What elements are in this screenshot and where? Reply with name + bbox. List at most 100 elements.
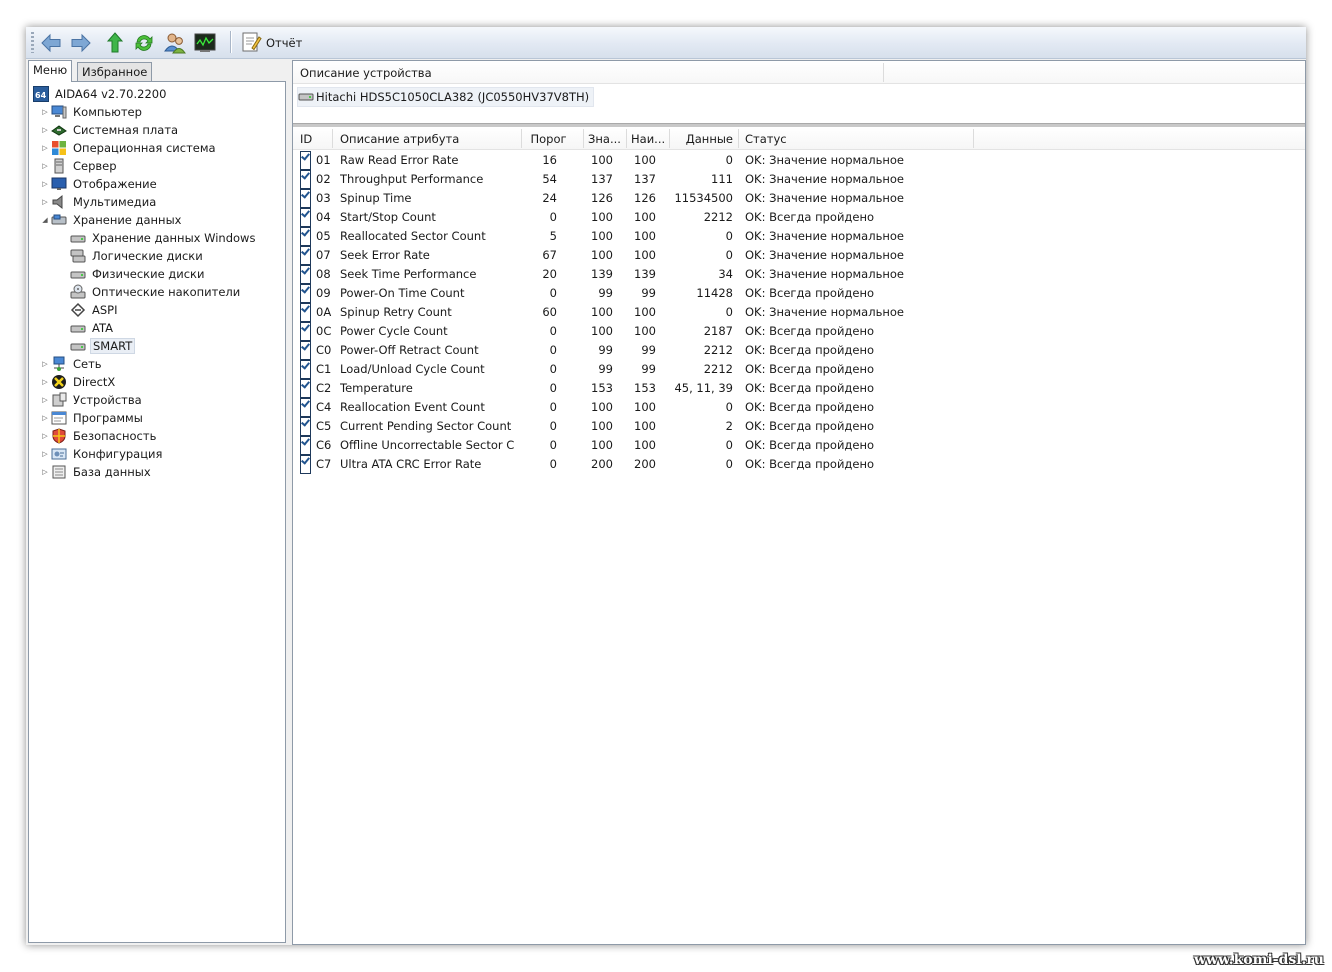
expand-arrow-icon[interactable]: ▷ xyxy=(41,396,49,404)
table-row[interactable]: C2 Temperature 0 153 153 45, 11, 39 OK: Всегда… xyxy=(293,379,1305,398)
benchmark-monitor-icon[interactable] xyxy=(193,31,217,55)
row-checkbox[interactable] xyxy=(300,284,311,303)
row-checkbox[interactable] xyxy=(300,189,311,208)
tree-item-configuration[interactable]: ▷ Конфигурация xyxy=(41,445,164,463)
expand-arrow-icon[interactable]: ▷ xyxy=(41,360,49,368)
table-row[interactable]: C5 Current Pending Sector Count 0 100 100 2 OK… xyxy=(293,417,1305,436)
back-arrow-icon[interactable] xyxy=(39,31,63,55)
column-divider[interactable] xyxy=(626,129,627,148)
tree-item-optical-drives[interactable]: Оптические накопители xyxy=(70,283,242,301)
attribute-value: 139 xyxy=(591,267,613,281)
tree-item-smart[interactable]: SMART xyxy=(70,337,136,355)
expand-arrow-icon[interactable]: ▷ xyxy=(41,162,49,170)
toolbar-grip[interactable] xyxy=(31,32,34,53)
row-checkbox[interactable] xyxy=(300,436,311,455)
row-checkbox[interactable] xyxy=(300,322,311,341)
table-row[interactable]: 0A Spinup Retry Count 60 100 100 0 OK: Значени… xyxy=(293,303,1305,322)
column-divider[interactable] xyxy=(738,129,739,148)
tree-item-computer[interactable]: ▷ Компьютер xyxy=(41,103,144,121)
expand-arrow-icon[interactable]: ▷ xyxy=(41,414,49,422)
row-checkbox[interactable] xyxy=(300,151,311,170)
tree-item-display[interactable]: ▷ Отображение xyxy=(41,175,159,193)
table-row[interactable]: C7 Ultra ATA CRC Error Rate 0 200 200 0 OK: Вс… xyxy=(293,455,1305,474)
column-header-worst[interactable]: Наи... xyxy=(631,127,667,149)
tree-item-physical-drives[interactable]: Физические диски xyxy=(70,265,206,283)
column-header-status[interactable]: Статус xyxy=(745,127,965,149)
tree-item-network[interactable]: ▷ Сеть xyxy=(41,355,104,373)
table-row[interactable]: 02 Throughput Performance 54 137 137 111 OK: З… xyxy=(293,170,1305,189)
report-label: Отчёт xyxy=(266,36,303,50)
column-divider[interactable] xyxy=(583,129,584,148)
column-divider[interactable] xyxy=(669,129,670,148)
forward-arrow-icon[interactable] xyxy=(69,31,93,55)
row-checkbox[interactable] xyxy=(300,303,311,322)
expand-arrow-icon[interactable]: ▷ xyxy=(41,126,49,134)
table-row[interactable]: 09 Power-On Time Count 0 99 99 11428 OK: Всегд… xyxy=(293,284,1305,303)
row-checkbox[interactable] xyxy=(300,227,311,246)
row-checkbox[interactable] xyxy=(300,398,311,417)
collapse-arrow-icon[interactable]: ◢ xyxy=(41,216,49,224)
column-divider[interactable] xyxy=(521,129,522,148)
row-checkbox[interactable] xyxy=(300,170,311,189)
table-row[interactable]: C0 Power-Off Retract Count 0 99 99 2212 OK: Вс… xyxy=(293,341,1305,360)
column-header-threshold[interactable]: Порог xyxy=(526,127,571,149)
column-header-value[interactable]: Зна... xyxy=(588,127,624,149)
refresh-icon[interactable] xyxy=(132,31,156,55)
tab-favorites[interactable]: Избранное xyxy=(77,62,153,82)
table-row[interactable]: C1 Load/Unload Cycle Count 0 99 99 2212 OK: Вс… xyxy=(293,360,1305,379)
column-divider[interactable] xyxy=(883,63,884,82)
device-column-header[interactable]: Описание устройства xyxy=(293,61,885,83)
column-header-description[interactable]: Описание атрибута xyxy=(340,127,520,149)
row-checkbox[interactable] xyxy=(300,379,311,398)
tab-menu[interactable]: Меню xyxy=(28,60,73,82)
tree-item-windows-storage[interactable]: Хранение данных Windows xyxy=(70,229,257,247)
table-row[interactable]: 05 Reallocated Sector Count 5 100 100 0 OK: Зн… xyxy=(293,227,1305,246)
tree-item-programs[interactable]: ▷ Программы xyxy=(41,409,145,427)
row-checkbox[interactable] xyxy=(300,455,311,474)
expand-arrow-icon[interactable]: ▷ xyxy=(41,450,49,458)
tree-item-logical-drives[interactable]: Логические диски xyxy=(70,247,205,265)
tree-item-multimedia[interactable]: ▷ Мультимедиа xyxy=(41,193,158,211)
row-checkbox[interactable] xyxy=(300,360,311,379)
tree-item-storage[interactable]: ◢ Хранение данных xyxy=(41,211,183,229)
expand-arrow-icon[interactable]: ▷ xyxy=(41,468,49,476)
expand-arrow-icon[interactable]: ▷ xyxy=(41,378,49,386)
table-row[interactable]: 08 Seek Time Performance 20 139 139 34 OK: Зна… xyxy=(293,265,1305,284)
expand-arrow-icon[interactable]: ▷ xyxy=(41,180,49,188)
column-header-id[interactable]: ID xyxy=(300,127,330,149)
table-row[interactable]: 04 Start/Stop Count 0 100 100 2212 OK: Всегда … xyxy=(293,208,1305,227)
tree-item-security[interactable]: ▷ Безопасность xyxy=(41,427,158,445)
tree-item-ata[interactable]: ATA xyxy=(70,319,115,337)
device-item[interactable]: Hitachi HDS5C1050CLA382 (JC0550HV37V8TH) xyxy=(297,87,595,107)
row-checkbox[interactable] xyxy=(300,341,311,360)
users-icon[interactable] xyxy=(163,31,187,55)
tree-item-directx[interactable]: ▷ DirectX xyxy=(41,373,117,391)
attribute-value: 100 xyxy=(591,210,613,224)
table-row[interactable]: 03 Spinup Time 24 126 126 11534500 OK: Значени… xyxy=(293,189,1305,208)
tree-item-aida64[interactable]: 64 AIDA64 v2.70.2200 xyxy=(33,85,168,103)
expand-arrow-icon[interactable]: ▷ xyxy=(41,432,49,440)
report-button[interactable]: Отчёт xyxy=(240,31,302,55)
table-row[interactable]: 01 Raw Read Error Rate 16 100 100 0 OK: Значен… xyxy=(293,151,1305,170)
tree-item-server[interactable]: ▷ Сервер xyxy=(41,157,119,175)
tree-item-devices[interactable]: ▷ Устройства xyxy=(41,391,144,409)
column-divider[interactable] xyxy=(332,129,333,148)
tree-item-motherboard[interactable]: ▷ Системная плата xyxy=(41,121,180,139)
expand-arrow-icon[interactable]: ▷ xyxy=(41,108,49,116)
expand-arrow-icon[interactable]: ▷ xyxy=(41,144,49,152)
table-row[interactable]: C6 Offline Uncorrectable Sector C... 0 100 1… xyxy=(293,436,1305,455)
table-row[interactable]: 0C Power Cycle Count 0 100 100 2187 OK: Всегда… xyxy=(293,322,1305,341)
tree-item-database[interactable]: ▷ База данных xyxy=(41,463,153,481)
table-row[interactable]: 07 Seek Error Rate 67 100 100 0 OK: Значение н… xyxy=(293,246,1305,265)
row-checkbox[interactable] xyxy=(300,265,311,284)
row-checkbox[interactable] xyxy=(300,246,311,265)
column-divider[interactable] xyxy=(973,129,974,148)
tree-item-aspi[interactable]: ASPI xyxy=(70,301,120,319)
expand-arrow-icon[interactable]: ▷ xyxy=(41,198,49,206)
table-row[interactable]: C4 Reallocation Event Count 0 100 100 0 OK: Вс… xyxy=(293,398,1305,417)
tree-item-os[interactable]: ▷ Операционная система xyxy=(41,139,218,157)
column-header-data[interactable]: Данные xyxy=(673,127,733,149)
up-arrow-icon[interactable] xyxy=(103,31,127,55)
row-checkbox[interactable] xyxy=(300,417,311,436)
row-checkbox[interactable] xyxy=(300,208,311,227)
